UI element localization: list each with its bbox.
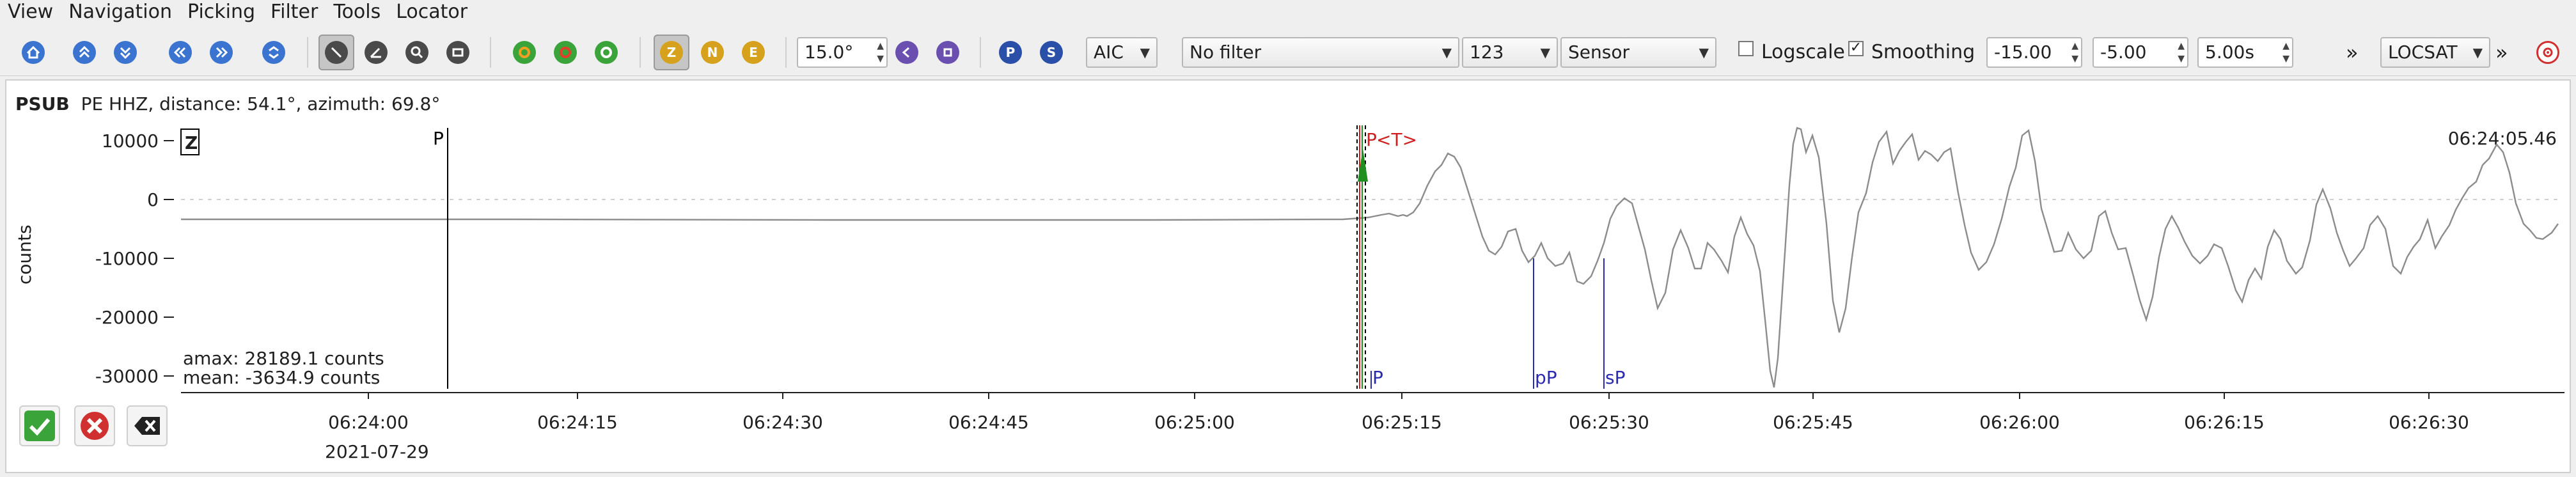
clear-icon: [134, 417, 160, 435]
x-tick-label: 06:25:45: [1773, 412, 1853, 433]
x-tick-label: 06:24:00: [328, 412, 409, 433]
pick-label: P: [1366, 129, 1377, 150]
accept-icon: [24, 411, 55, 441]
y-tick-label: -20000: [95, 307, 159, 328]
accept-button[interactable]: [19, 405, 60, 446]
theoretical-label: <T>: [1376, 129, 1417, 150]
y-tick-label: -30000: [95, 366, 159, 387]
cursor-time-label: 06:24:05.46: [2448, 128, 2557, 149]
waveform-trace: [181, 127, 2559, 388]
clear-button[interactable]: [127, 405, 168, 446]
y-tick-label: 0: [147, 189, 159, 210]
x-tick-label: 06:25:30: [1569, 412, 1649, 433]
reject-button[interactable]: [74, 405, 115, 446]
x-tick-label: 06:26:00: [1979, 412, 2060, 433]
x-tick-label: 06:26:15: [2184, 412, 2265, 433]
theoretical-sp-label: sP: [1605, 367, 1625, 388]
y-tick-label: -10000: [95, 248, 159, 269]
date-label: 2021-07-29: [325, 441, 429, 462]
theoretical-p-label: P: [1372, 367, 1383, 388]
y-axis-label: counts: [14, 224, 35, 285]
x-tick-label: 06:24:45: [948, 412, 1029, 433]
y-tick-label: 10000: [102, 130, 159, 152]
x-tick-label: 06:24:30: [742, 412, 823, 433]
mean-label: mean: -3634.9 counts: [183, 367, 380, 388]
x-tick-label: 06:24:15: [537, 412, 618, 433]
seismogram-plot[interactable]: Z counts 10000 0 -10000 -20000 -30000 06…: [0, 0, 2576, 477]
theoretical-pp-label: pP: [1535, 367, 1557, 388]
reject-icon: [81, 412, 109, 440]
component-badge: Z: [185, 132, 198, 153]
x-tick-label: 06:26:30: [2389, 412, 2469, 433]
manual-pick-label: P: [433, 128, 444, 149]
x-tick-label: 06:25:15: [1362, 412, 1442, 433]
amax-label: amax: 28189.1 counts: [183, 348, 384, 369]
x-tick-label: 06:25:00: [1154, 412, 1235, 433]
